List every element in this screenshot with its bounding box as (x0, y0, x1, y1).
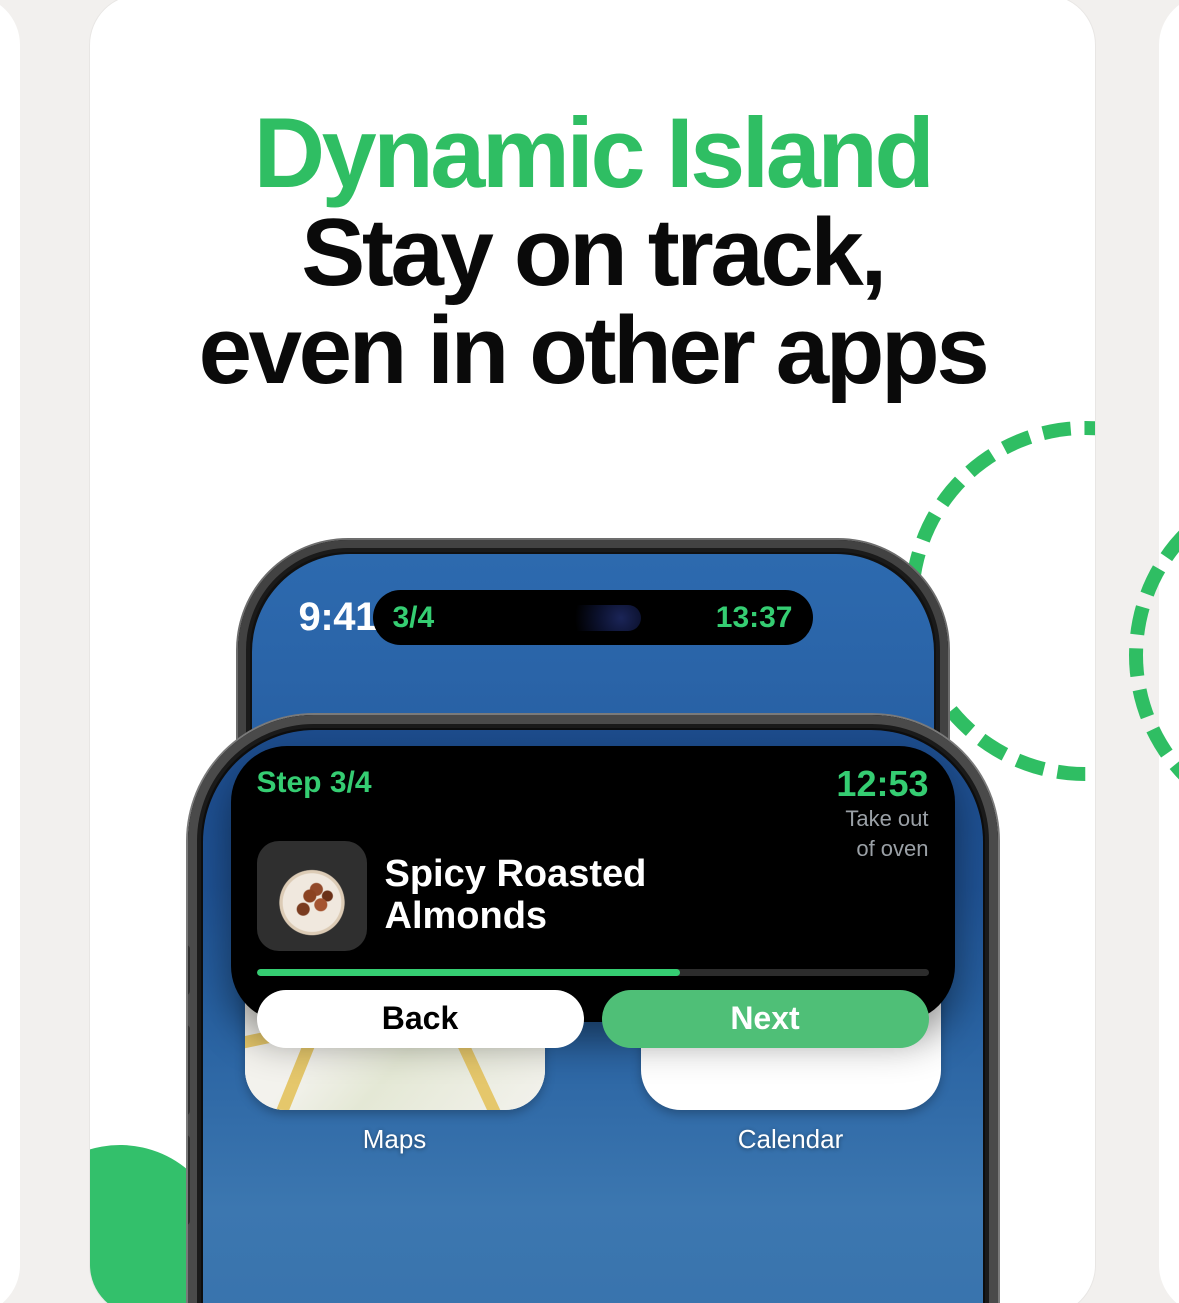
phone-front-screen: Cupertino Maps No events today Calendar … (203, 730, 983, 1303)
headline: Dynamic Island Stay on track, even in ot… (90, 103, 1095, 400)
phone-mockup-front: Cupertino Maps No events today Calendar … (188, 715, 998, 1303)
island-timer-caption-2: of oven (836, 836, 928, 862)
next-button-label: Next (730, 1000, 799, 1037)
adjacent-card-right (1159, 0, 1179, 1303)
maps-widget-label: Maps (245, 1124, 545, 1155)
dynamic-island-expanded[interactable]: Step 3/4 12:53 Take out of oven Spicy Ro… (231, 746, 955, 1022)
island-timer: 13:37 (716, 601, 793, 635)
dynamic-island-compact[interactable]: 3/4 13:37 (373, 590, 813, 645)
recipe-thumbnail-almonds-icon (257, 841, 367, 951)
promo-card: Dynamic Island Stay on track, even in ot… (90, 0, 1095, 1303)
island-timer-block: 12:53 Take out of oven (836, 766, 928, 863)
step-progress-fill (257, 969, 680, 976)
phone-volume-up-icon (188, 1025, 190, 1115)
headline-line-3: even in other apps (90, 302, 1095, 400)
headline-accent: Dynamic Island (90, 103, 1095, 204)
step-progress-bar (257, 969, 929, 976)
phone-volume-down-icon (188, 1135, 190, 1225)
recipe-title-line-1: Spicy Roasted (385, 853, 647, 895)
phone-side-button-icon (188, 945, 190, 995)
island-timer-value: 12:53 (836, 766, 928, 802)
back-button-label: Back (382, 1000, 459, 1037)
calendar-widget-label: Calendar (641, 1124, 941, 1155)
sensor-housing-icon (561, 605, 641, 631)
status-clock: 9:41 (299, 595, 377, 640)
app-store-screenshot: Dynamic Island Stay on track, even in ot… (0, 0, 1179, 1303)
island-timer-caption-1: Take out (836, 806, 928, 832)
island-step-label: Step 3/4 (257, 766, 372, 800)
headline-line-2: Stay on track, (90, 204, 1095, 302)
back-button[interactable]: Back (257, 990, 584, 1048)
island-step-indicator: 3/4 (393, 601, 435, 635)
recipe-title-line-2: Almonds (385, 895, 548, 937)
next-button[interactable]: Next (602, 990, 929, 1048)
decorative-dashed-circle-right (1129, 475, 1179, 835)
recipe-title: Spicy Roasted Almonds (385, 854, 647, 938)
adjacent-card-left (0, 0, 20, 1303)
